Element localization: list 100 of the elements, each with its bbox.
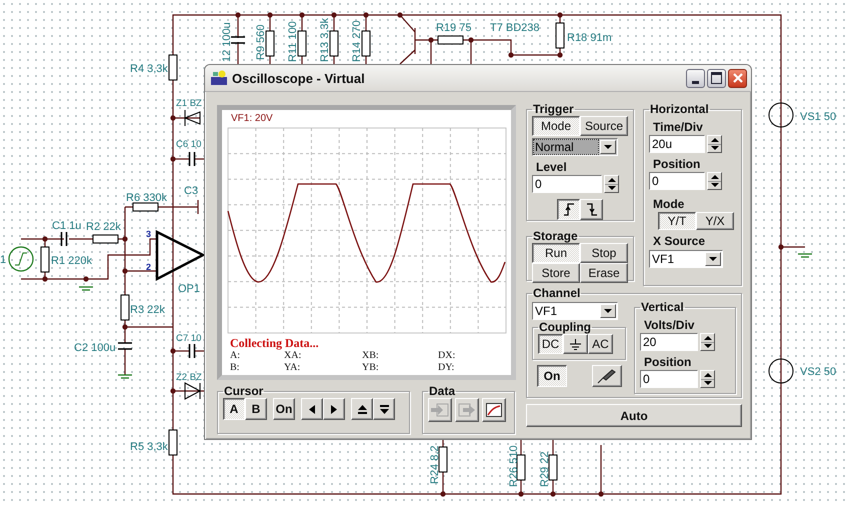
spin-button[interactable] bbox=[700, 370, 715, 388]
junction-dot bbox=[170, 348, 176, 354]
minimize-icon bbox=[692, 80, 699, 84]
junction-dot bbox=[122, 324, 128, 330]
component-label: R29 22 bbox=[539, 452, 551, 487]
voltage-source-symbol bbox=[768, 358, 794, 384]
probe-button[interactable] bbox=[592, 365, 622, 387]
minimize-button[interactable] bbox=[686, 68, 705, 88]
junction-dot bbox=[428, 37, 434, 43]
channel-scale-label: VF1: 20V bbox=[231, 113, 274, 125]
coupling-button[interactable]: AC bbox=[588, 334, 613, 354]
x-source-dropdown[interactable]: VF1 bbox=[649, 250, 723, 268]
channel-on-button[interactable]: On bbox=[537, 365, 567, 387]
channel-dropdown[interactable]: VF1 bbox=[532, 302, 618, 320]
junction-dot bbox=[518, 491, 524, 497]
component-label: R1 220k bbox=[51, 255, 92, 267]
junction-dot bbox=[83, 276, 89, 282]
right-button[interactable] bbox=[323, 398, 345, 420]
group-title: Channel bbox=[532, 286, 582, 300]
maximize-button[interactable] bbox=[707, 68, 726, 88]
junction-dot bbox=[170, 388, 176, 394]
component-label: R13 3,3k bbox=[319, 18, 331, 62]
position-field[interactable]: 0 bbox=[640, 370, 698, 388]
readout-label: DX: bbox=[438, 350, 456, 362]
component-label: Z2 BZ bbox=[176, 372, 202, 383]
close-icon bbox=[732, 72, 744, 84]
capacitor-symbol bbox=[188, 343, 196, 359]
storage-button[interactable]: Erase bbox=[580, 263, 628, 283]
data-button[interactable] bbox=[482, 398, 506, 422]
dropdown-arrow-button[interactable] bbox=[600, 140, 616, 154]
dropdown-arrow-button[interactable] bbox=[705, 252, 721, 266]
trigger-tab[interactable]: Mode bbox=[532, 116, 580, 136]
junction-dot bbox=[170, 115, 176, 121]
oscilloscope-app-icon bbox=[210, 70, 228, 86]
coupling-button[interactable]: DC bbox=[538, 334, 563, 354]
junction-dot bbox=[440, 491, 446, 497]
display-mode-button[interactable]: Y/T bbox=[658, 212, 696, 230]
component-label: C3 bbox=[184, 185, 198, 197]
dropdown-arrow-button[interactable] bbox=[600, 304, 616, 318]
junction-dot bbox=[299, 12, 305, 18]
readout-label: YB: bbox=[362, 362, 380, 374]
status-text: Collecting Data... bbox=[230, 337, 320, 350]
component-label: 1 bbox=[0, 254, 6, 266]
signal-source-symbol bbox=[8, 246, 34, 272]
resistor-symbol bbox=[266, 30, 274, 56]
resistor-symbol bbox=[298, 30, 306, 56]
component-label: C1 1u bbox=[52, 220, 82, 232]
spin-button[interactable] bbox=[707, 135, 722, 153]
arrow-out-box-icon bbox=[458, 403, 476, 417]
window-title: Oscilloscope - Virtual bbox=[232, 70, 366, 86]
cursor-button[interactable]: B bbox=[245, 398, 267, 420]
double-up-arrow-icon bbox=[358, 404, 366, 414]
readout-label: YA: bbox=[284, 362, 302, 374]
component-label: R9 560 bbox=[255, 24, 267, 60]
trigger-tab[interactable]: Source bbox=[580, 116, 628, 136]
resistor-symbol bbox=[548, 454, 558, 480]
x-source-label: X Source bbox=[653, 234, 706, 248]
rising-edge-button[interactable] bbox=[557, 199, 580, 220]
auto-button[interactable]: Auto bbox=[526, 404, 742, 427]
group-title: Horizontal bbox=[649, 102, 710, 116]
falling-edge-button[interactable] bbox=[580, 199, 603, 220]
junction-dot bbox=[598, 491, 604, 497]
position-field[interactable]: 0 bbox=[649, 172, 705, 190]
position-label: Position bbox=[653, 157, 702, 171]
up-button[interactable] bbox=[351, 398, 373, 420]
resistor-symbol bbox=[330, 30, 338, 56]
spin-button[interactable] bbox=[700, 333, 715, 351]
level-field[interactable]: 0 bbox=[532, 175, 602, 193]
arrow-into-box-icon bbox=[431, 403, 449, 417]
cursor-button[interactable]: A bbox=[223, 398, 245, 420]
group-title: Cursor bbox=[223, 384, 264, 398]
storage-button[interactable]: Run bbox=[532, 243, 580, 263]
close-button[interactable] bbox=[728, 68, 747, 88]
component-label: R2 22k bbox=[86, 221, 121, 233]
component-label: R11 100 bbox=[287, 21, 299, 62]
down-button[interactable] bbox=[373, 398, 395, 420]
junction-dot bbox=[550, 491, 556, 497]
component-label: C6 10 bbox=[176, 139, 202, 150]
junction-dot bbox=[557, 12, 563, 18]
junction-dot bbox=[122, 236, 128, 242]
component-label: VS1 50 bbox=[800, 111, 836, 123]
component-label: R18 91m bbox=[567, 32, 612, 44]
storage-button[interactable]: Store bbox=[532, 263, 580, 283]
volts-div-field[interactable]: 20 bbox=[640, 333, 698, 351]
capacitor-symbol bbox=[230, 36, 246, 44]
display-mode-button[interactable]: Y/X bbox=[696, 212, 734, 230]
left-button[interactable] bbox=[301, 398, 323, 420]
resistor-symbol bbox=[438, 446, 448, 472]
wire bbox=[124, 349, 126, 375]
junction-dot bbox=[122, 268, 128, 274]
trigger-mode-dropdown[interactable]: Normal bbox=[532, 138, 618, 156]
spin-button[interactable] bbox=[707, 172, 722, 190]
resistor-symbol bbox=[132, 202, 158, 212]
ground-coupling-button[interactable] bbox=[563, 334, 588, 354]
time-div-field[interactable]: 20u bbox=[649, 135, 705, 153]
spin-button[interactable] bbox=[604, 175, 619, 193]
storage-button[interactable]: Stop bbox=[580, 243, 628, 263]
cursor-button[interactable]: On bbox=[273, 398, 295, 420]
volts-div-label: Volts/Div bbox=[644, 318, 696, 332]
mode-label: Mode bbox=[653, 197, 686, 211]
